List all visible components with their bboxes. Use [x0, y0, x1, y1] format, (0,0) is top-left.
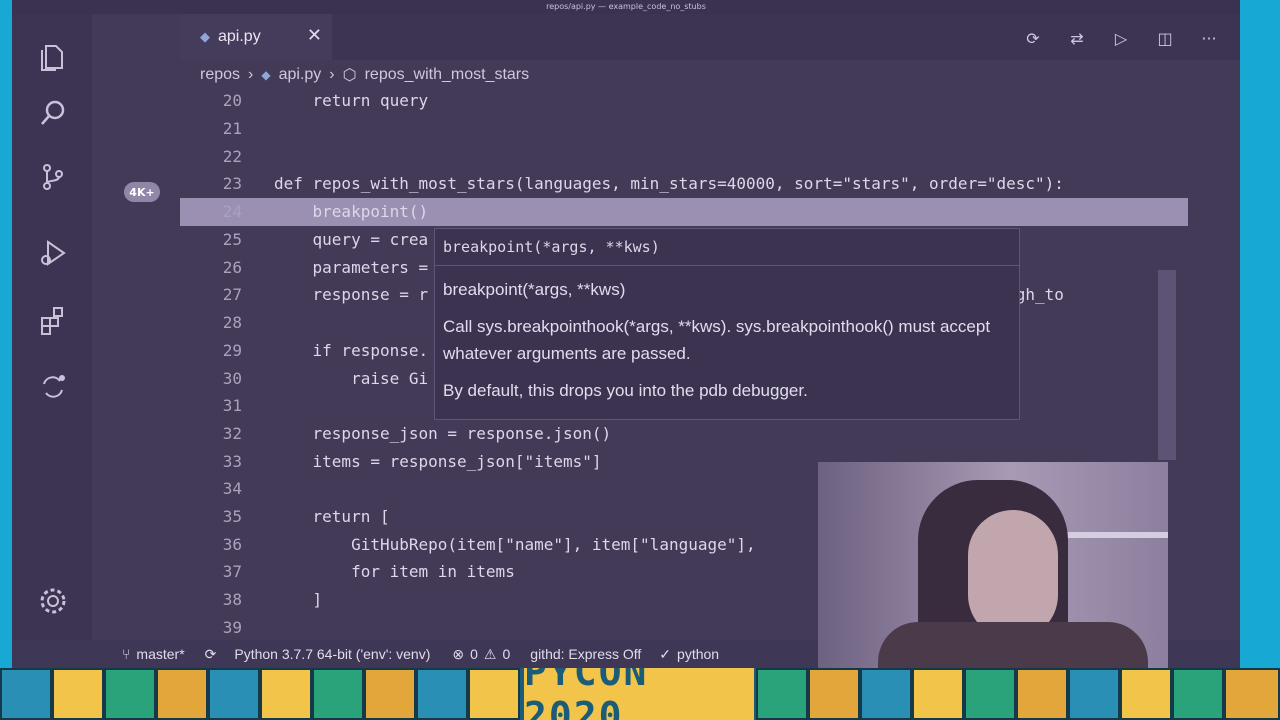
- banner-tile: [756, 668, 808, 720]
- window-title: repos/api.py — example_code_no_stubs: [12, 0, 1240, 14]
- problems-status[interactable]: ⊗ 0 ⚠ 0: [452, 646, 510, 663]
- branch-status[interactable]: ⑂ master*: [122, 646, 185, 662]
- pycon-logo-text: PYCON 2020: [524, 668, 754, 720]
- breadcrumb-folder[interactable]: repos: [200, 66, 240, 84]
- run-file-icon[interactable]: ▷: [1104, 26, 1138, 50]
- code-line-highlighted: 24 breakpoint(): [180, 198, 1188, 226]
- banner-tile: [1224, 668, 1280, 720]
- breadcrumb-symbol[interactable]: repos_with_most_stars: [365, 66, 530, 84]
- warning-icon: ⚠: [483, 645, 497, 662]
- editor-toolbar: ⟳ ⇄ ▷ ◫ ···: [1016, 26, 1226, 50]
- interpreter-status[interactable]: Python 3.7.7 64-bit ('env': venv): [234, 646, 430, 662]
- breadcrumb-file[interactable]: api.py: [279, 66, 322, 84]
- banner-tile: [208, 668, 260, 720]
- check-icon: ✓: [659, 645, 672, 662]
- banner-tile: [1068, 668, 1120, 720]
- remote-explorer-icon[interactable]: ⟳: [1016, 26, 1050, 50]
- code-line: 20 return query: [222, 91, 429, 110]
- extensions-icon[interactable]: [36, 304, 70, 338]
- chevron-right-icon: ›: [248, 66, 254, 83]
- banner-tile: [364, 668, 416, 720]
- tab-bar: ◆ api.py ✕ ⟳ ⇄ ▷ ◫ ···: [180, 14, 1240, 60]
- source-control-badge: 4K+: [124, 182, 160, 202]
- banner-tile: [468, 668, 520, 720]
- error-icon: ⊗: [452, 645, 465, 662]
- sync-icon[interactable]: ⟳: [205, 646, 217, 663]
- language-label: python: [677, 646, 720, 662]
- banner-tile: [156, 668, 208, 720]
- compare-changes-icon[interactable]: ⇄: [1060, 26, 1094, 50]
- banner-tile: [808, 668, 860, 720]
- error-count: 0: [470, 646, 478, 662]
- branch-name: master*: [136, 646, 185, 662]
- banner-tile: [52, 668, 104, 720]
- git-branch-icon: ⑂: [122, 646, 131, 662]
- banner-tile: [912, 668, 964, 720]
- breadcrumb: repos › ◆ api.py › ⬡ repos_with_most_sta…: [180, 60, 1240, 90]
- more-actions-icon[interactable]: ···: [1192, 26, 1226, 50]
- code-line: 23 def repos_with_most_stars(languages, m…: [222, 174, 1064, 193]
- banner-tile: [260, 668, 312, 720]
- hover-tooltip: breakpoint(*args, **kws) breakpoint(*arg…: [434, 228, 1020, 420]
- editor-scrollbar[interactable]: [1158, 270, 1176, 460]
- pycon-banner: PYCON 2020: [0, 668, 1280, 720]
- tooltip-doc: breakpoint(*args, **kws) Call sys.breakp…: [435, 266, 1019, 424]
- split-editor-icon[interactable]: ◫: [1148, 26, 1182, 50]
- speaker-shirt: [878, 622, 1148, 668]
- code-line: 22: [222, 147, 242, 166]
- tab-api-py[interactable]: ◆ api.py ✕: [180, 14, 332, 60]
- source-control-icon[interactable]: [36, 160, 70, 194]
- files-icon[interactable]: [36, 40, 70, 74]
- webcam-overlay: [818, 462, 1168, 668]
- activity-bar: [12, 14, 92, 640]
- banner-tile: [104, 668, 156, 720]
- banner-tile: [416, 668, 468, 720]
- banner-tile: [1120, 668, 1172, 720]
- warning-count: 0: [502, 646, 511, 662]
- banner-tile: [1172, 668, 1224, 720]
- banner-tile: [0, 668, 52, 720]
- tooltip-doc-line1: Call sys.breakpointhook(*args, **kws). s…: [443, 317, 991, 363]
- tab-label: api.py: [218, 28, 261, 45]
- remote-sync-icon[interactable]: [36, 370, 70, 404]
- search-icon[interactable]: [36, 96, 70, 130]
- banner-tile: [964, 668, 1016, 720]
- chevron-right-icon: ›: [329, 66, 335, 83]
- code-line: 21: [222, 119, 242, 138]
- run-debug-icon[interactable]: [36, 236, 70, 270]
- python-file-icon: ◆: [200, 29, 210, 45]
- tooltip-doc-line2: By default, this drops you into the pdb …: [443, 381, 808, 400]
- close-icon[interactable]: ✕: [307, 25, 322, 46]
- python-file-icon: ◆: [261, 68, 271, 82]
- banner-tile: [860, 668, 912, 720]
- speaker-face: [968, 510, 1058, 640]
- tooltip-doc-signature: breakpoint(*args, **kws): [443, 280, 626, 299]
- githd-status[interactable]: githd: Express Off: [530, 646, 641, 662]
- settings-gear-icon[interactable]: [36, 584, 70, 618]
- banner-tile: [1016, 668, 1068, 720]
- symbol-method-icon: ⬡: [342, 67, 357, 84]
- language-status[interactable]: ✓ python: [659, 646, 719, 663]
- banner-tile: [312, 668, 364, 720]
- code-line: 32 response_json = response.json(): [222, 424, 612, 443]
- tooltip-signature: breakpoint(*args, **kws): [435, 229, 1019, 266]
